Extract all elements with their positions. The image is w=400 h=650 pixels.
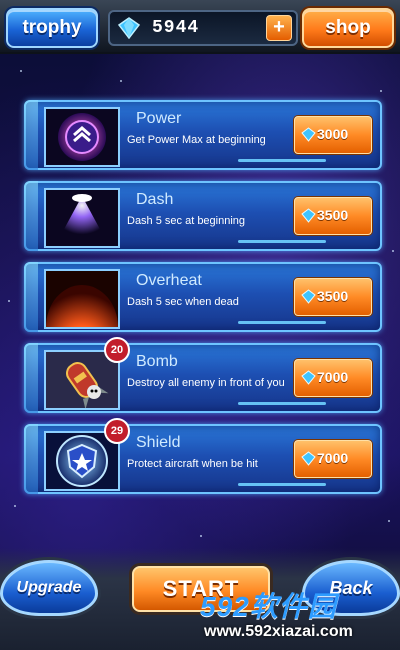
- watermark-url: www.592xiazai.com: [204, 623, 353, 640]
- item-description: Get Power Max at beginning: [127, 134, 266, 146]
- watermark: 592软件园 www.592xiazai.com: [200, 585, 400, 647]
- power-chevrons-icon: [44, 107, 120, 167]
- gem-count: 5944: [152, 18, 200, 38]
- progress-bar: [238, 402, 326, 405]
- item-card-dash[interactable]: Dash Dash 5 sec at beginning 3500: [24, 181, 382, 251]
- shop-label: shop: [325, 17, 371, 38]
- trophy-label: trophy: [22, 17, 82, 38]
- item-description: Destroy all enemy in front of you: [127, 377, 285, 389]
- price-value: 7000: [317, 450, 349, 466]
- shop-button[interactable]: shop: [302, 8, 394, 48]
- gem-icon: [118, 17, 140, 39]
- progress-bar: [238, 483, 326, 486]
- overheat-flame-icon: [44, 269, 120, 369]
- top-bar: trophy 5944 + shop: [0, 0, 400, 54]
- gem-balance: 5944 +: [108, 10, 298, 46]
- item-description: Dash 5 sec at beginning: [127, 215, 246, 227]
- price-value: 7000: [317, 369, 349, 385]
- count-badge: 29: [104, 418, 130, 444]
- item-description: Dash 5 sec when dead: [127, 296, 239, 308]
- item-card-bomb[interactable]: 20 Bomb Destroy all enemy in front of yo…: [24, 337, 382, 413]
- buy-dash-button[interactable]: 3500: [294, 197, 372, 235]
- gem-icon: [301, 127, 316, 142]
- item-name: Power: [136, 110, 182, 127]
- item-card-shield[interactable]: 29 Shield Protect aircraft when be hit 7…: [24, 418, 382, 494]
- price-value: 3000: [317, 126, 349, 142]
- item-name: Overheat: [136, 272, 202, 289]
- item-description: Protect aircraft when be hit: [127, 458, 258, 470]
- item-card-overheat[interactable]: Overheat Dash 5 sec when dead 3500: [24, 262, 382, 369]
- dash-beam-icon: [44, 188, 120, 248]
- item-name: Bomb: [136, 353, 178, 370]
- add-gems-button[interactable]: +: [266, 15, 292, 41]
- gem-icon: [301, 370, 316, 385]
- gem-icon: [301, 289, 316, 304]
- watermark-logo: 592软件园: [200, 591, 337, 622]
- count-badge: 20: [104, 337, 130, 363]
- buy-power-button[interactable]: 3000: [294, 116, 372, 154]
- buy-shield-button[interactable]: 7000: [294, 440, 372, 478]
- upgrade-label: Upgrade: [16, 579, 82, 596]
- buy-overheat-button[interactable]: 3500: [294, 278, 372, 316]
- item-name: Dash: [136, 191, 174, 208]
- trophy-button[interactable]: trophy: [6, 8, 98, 48]
- item-card-power[interactable]: Power Get Power Max at beginning 3000: [24, 100, 382, 170]
- progress-bar: [238, 321, 326, 324]
- price-value: 3500: [317, 288, 349, 304]
- gem-icon: [301, 208, 316, 223]
- item-name: Shield: [136, 434, 181, 451]
- progress-bar: [238, 159, 326, 162]
- plus-icon: +: [273, 16, 285, 38]
- gem-icon: [301, 451, 316, 466]
- buy-bomb-button[interactable]: 7000: [294, 359, 372, 397]
- progress-bar: [238, 240, 326, 243]
- price-value: 3500: [317, 207, 349, 223]
